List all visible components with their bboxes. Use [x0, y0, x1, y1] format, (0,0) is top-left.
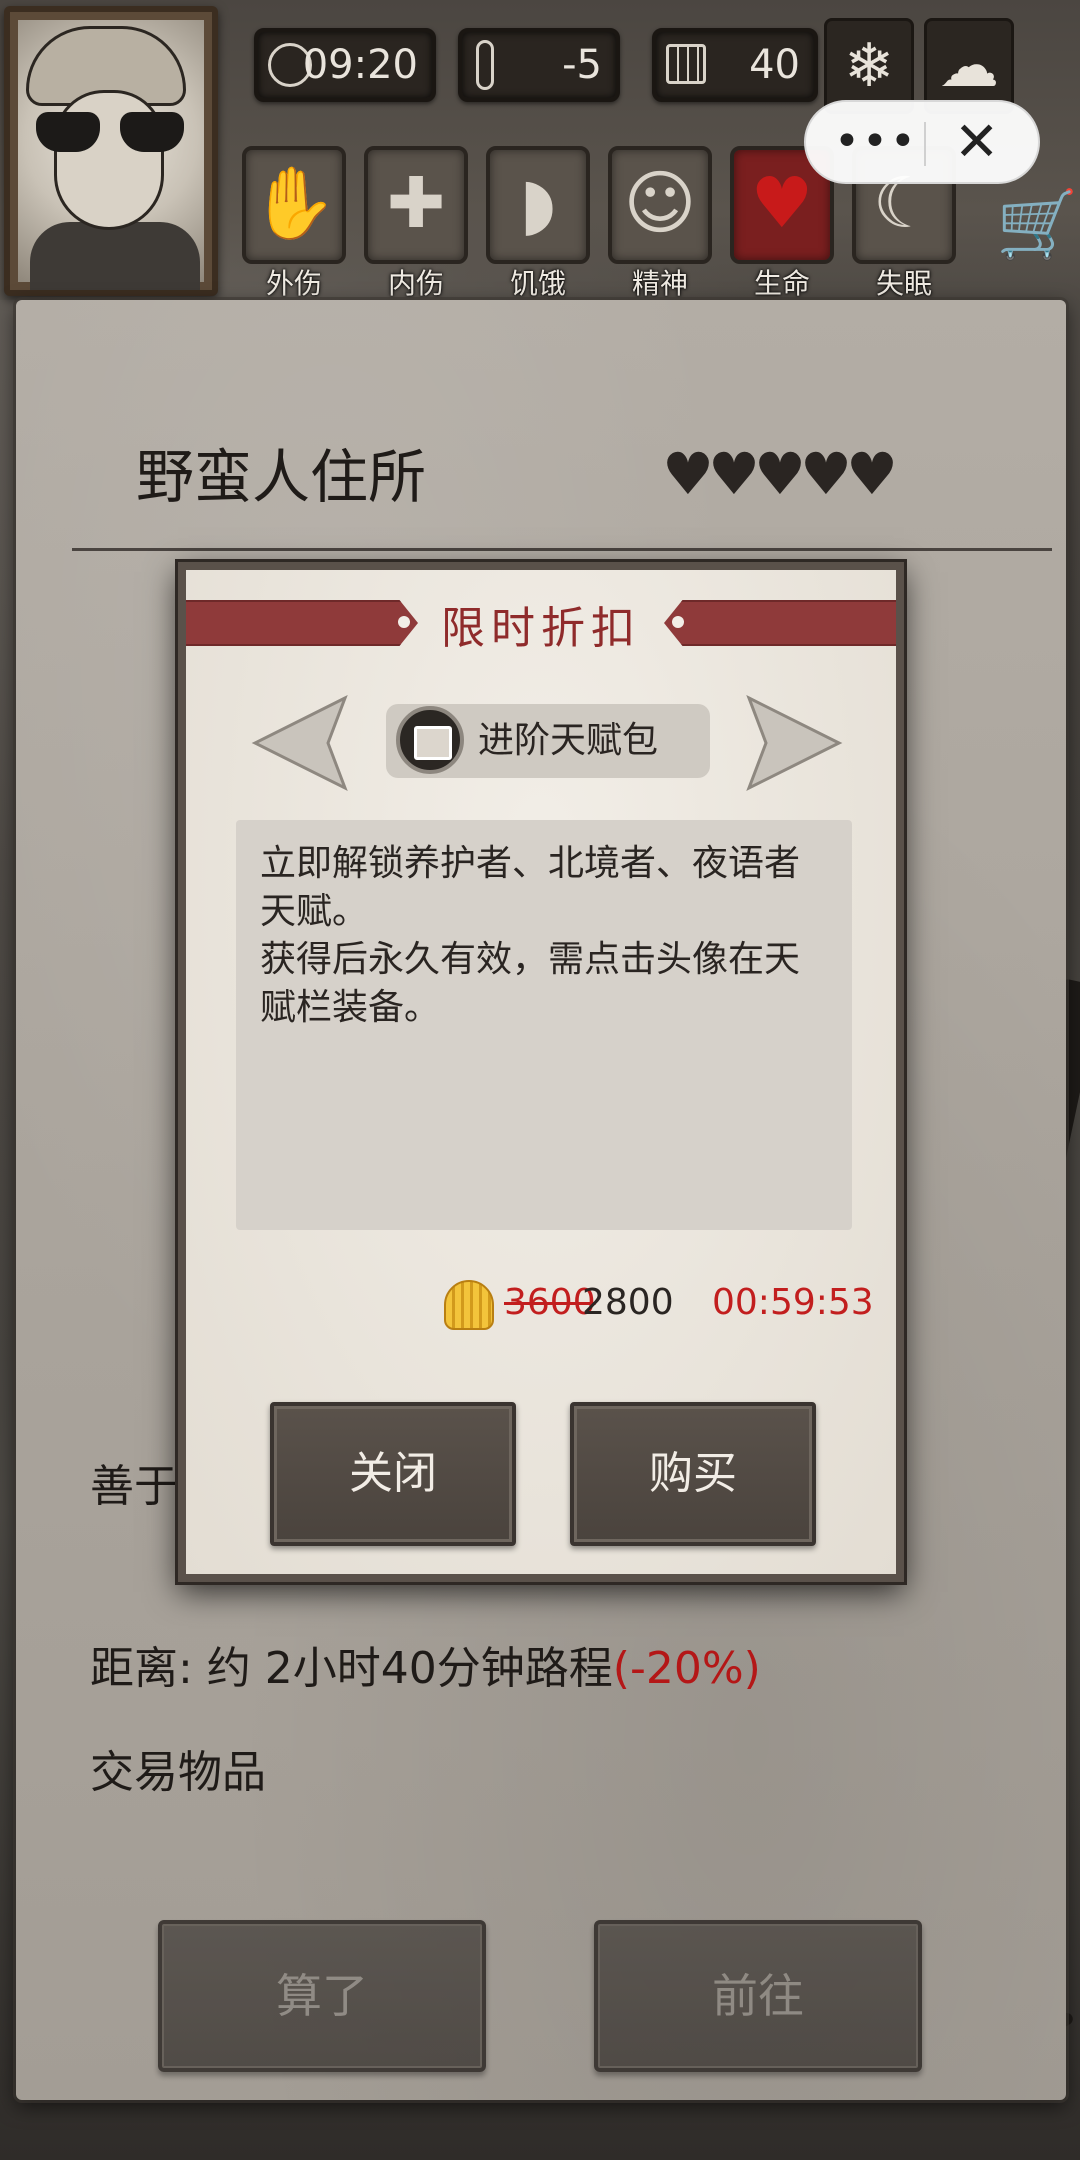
hunger-icon[interactable]: ◗ — [486, 146, 590, 264]
divider — [72, 548, 1052, 551]
rating-hearts: ♥♥♥♥♥ — [662, 440, 898, 508]
shell-currency-icon — [444, 1280, 494, 1330]
cart-icon[interactable]: 🛒 — [996, 180, 1078, 270]
status-label-hunger: 饥饿 — [509, 267, 566, 300]
prev-arrow-icon[interactable] — [250, 692, 350, 794]
price-row: 3600 2800 00:59:53 — [186, 1280, 912, 1336]
clock-display: 09:20 — [254, 28, 436, 102]
status-label-insomnia: 失眠 — [875, 267, 932, 300]
sunglasses-icon — [36, 112, 186, 154]
close-icon[interactable]: ✕ — [954, 110, 999, 174]
countdown-timer: 00:59:53 — [712, 1282, 874, 1323]
calendar-icon — [666, 44, 706, 84]
close-button[interactable]: 关闭 — [270, 1402, 516, 1546]
time-value: 09:20 — [302, 42, 418, 88]
thermometer-icon — [476, 40, 494, 90]
trade-items-label: 交易物品 — [90, 1747, 266, 1798]
discount-dialog: 限时折扣 进阶天赋包 立即解锁养护者、北境者、夜语者天赋。 获得后永久有效，需点… — [178, 562, 904, 1582]
go-button[interactable]: 前往 — [594, 1920, 922, 2072]
status-label-internal: 内伤 — [387, 267, 444, 300]
dialog-title: 限时折扣 — [441, 603, 641, 654]
more-menu-icon[interactable]: ••• — [834, 114, 918, 170]
next-arrow-icon[interactable] — [744, 692, 844, 794]
pack-name: 进阶天赋包 — [478, 720, 659, 761]
distance-label: 距离: 约 2小时40分钟路程 — [90, 1643, 613, 1694]
buy-button[interactable]: 购买 — [570, 1402, 816, 1546]
description-box: 立即解锁养护者、北境者、夜语者天赋。 获得后永久有效，需点击头像在天赋栏装备。 — [236, 820, 852, 1230]
pack-description: 立即解锁养护者、北境者、夜语者天赋。 获得后永久有效，需点击头像在天赋栏装备。 — [260, 843, 801, 1028]
mind-icon[interactable]: ☺ — [608, 146, 712, 264]
status-label-life: 生命 — [753, 267, 810, 300]
day-value: 40 — [749, 42, 800, 88]
temperature-display: -5 — [458, 28, 620, 102]
location-title: 野蛮人住所 — [136, 443, 427, 511]
pack-selector: 进阶天赋包 — [386, 704, 710, 778]
injury-external-icon[interactable]: ✋ — [242, 146, 346, 264]
new-price: 2800 — [582, 1282, 674, 1323]
player-avatar[interactable] — [4, 6, 218, 296]
pack-icon — [396, 706, 464, 774]
status-label-external: 外伤 — [265, 267, 322, 300]
cancel-button[interactable]: 算了 — [158, 1920, 486, 2072]
distance-text: 距离: 约 2小时40分钟路程(-20%) — [90, 1632, 761, 1696]
day-display: 40 — [652, 28, 818, 102]
status-label-mind: 精神 — [631, 267, 688, 300]
location-description: 善于 — [90, 1461, 178, 1512]
temperature-value: -5 — [562, 42, 602, 88]
distance-penalty: (-20%) — [612, 1643, 761, 1694]
injury-internal-icon[interactable]: ✚ — [364, 146, 468, 264]
mini-program-capsule: ••• ✕ — [804, 100, 1040, 184]
